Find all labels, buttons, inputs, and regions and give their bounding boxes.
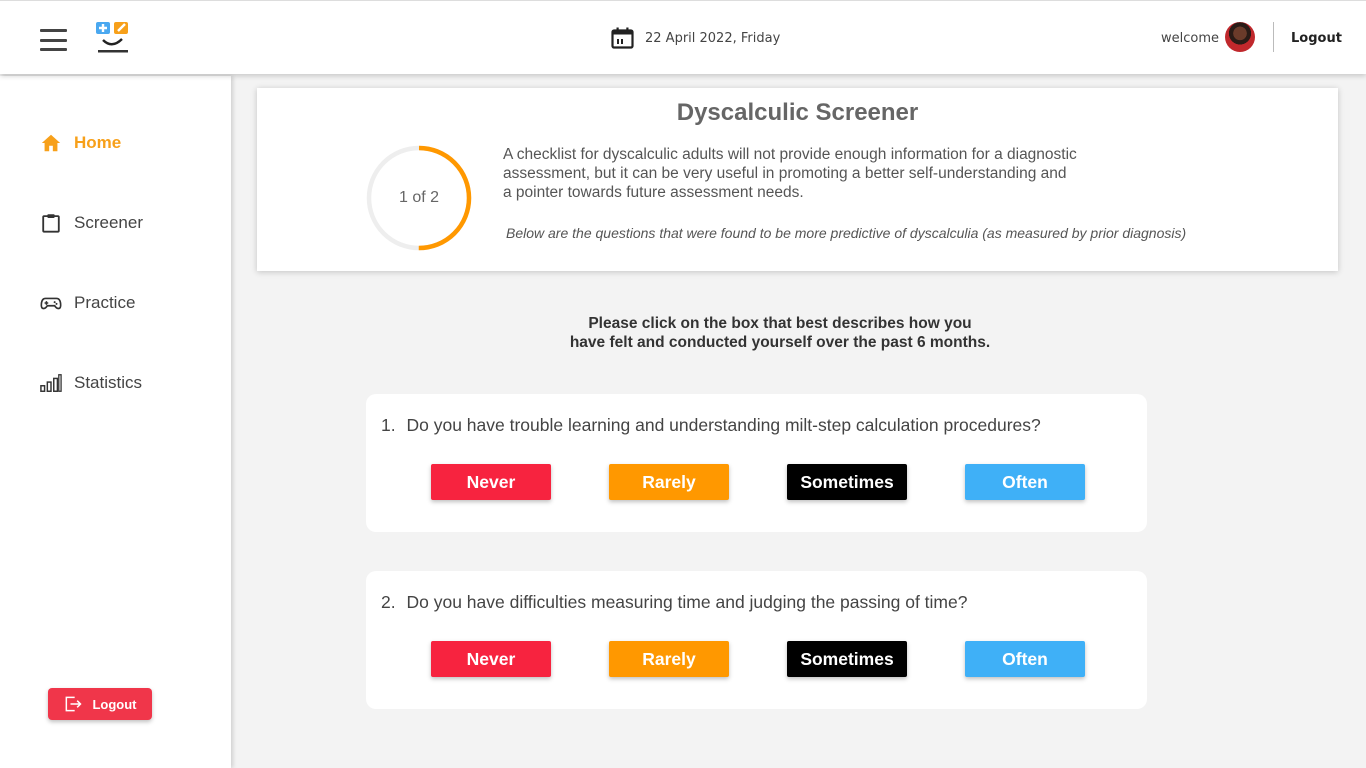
sidebar-item-label: Home	[74, 133, 122, 152]
question-number: 2.	[381, 592, 396, 612]
header-divider	[1273, 22, 1274, 52]
question-number: 1.	[381, 415, 396, 435]
question-card-2: 2. Do you have difficulties measuring ti…	[366, 571, 1147, 709]
question-text: 1. Do you have trouble learning and unde…	[381, 415, 1041, 436]
page-title: Dyscalculic Screener	[676, 99, 919, 126]
sometimes-button[interactable]: Sometimes	[787, 641, 907, 677]
screener-note: Below are the questions that were found …	[506, 225, 1187, 241]
sidebar-item-label: Screener	[74, 213, 143, 232]
home-icon	[41, 134, 61, 152]
clipboard-icon	[42, 214, 60, 233]
app-logo	[95, 20, 131, 56]
instructions-line: have felt and conducted yourself over th…	[569, 334, 991, 351]
sidebar-item-label: Statistics	[74, 373, 143, 392]
welcome-text: welcome	[1161, 31, 1220, 46]
description-line: assessment, but it can be very useful in…	[503, 165, 1067, 182]
question-label: Do you have difficulties measuring time …	[406, 592, 968, 612]
calendar-icon	[611, 27, 634, 49]
gamepad-icon	[40, 297, 62, 310]
sidebar-logout-label: Logout	[92, 696, 137, 712]
sidebar: Home Screener Practice Statistics Logout	[0, 76, 231, 768]
logout-icon	[66, 696, 83, 712]
never-button[interactable]: Never	[431, 464, 551, 500]
sidebar-item-statistics[interactable]: Statistics	[40, 372, 142, 394]
sidebar-item-label: Practice	[74, 293, 136, 312]
top-bar: 22 April 2022, Friday welcome Logout	[0, 0, 1366, 74]
progress-label: 1 of 2	[398, 189, 440, 206]
question-label: Do you have trouble learning and underst…	[406, 415, 1041, 435]
sidebar-item-screener[interactable]: Screener	[40, 212, 143, 234]
header-logout-button[interactable]: Logout	[1291, 31, 1342, 46]
screener-description: A checklist for dyscalculic adults will …	[503, 145, 1103, 202]
avatar[interactable]	[1225, 22, 1255, 52]
often-button[interactable]: Often	[965, 641, 1085, 677]
never-button[interactable]: Never	[431, 641, 551, 677]
question-text: 2. Do you have difficulties measuring ti…	[381, 592, 967, 613]
screener-card: Dyscalculic Screener 1 of 2 A checklist …	[257, 88, 1338, 271]
description-line: A checklist for dyscalculic adults will …	[503, 146, 1077, 163]
rarely-button[interactable]: Rarely	[609, 641, 729, 677]
current-date: 22 April 2022, Friday	[645, 30, 781, 46]
sidebar-logout-button[interactable]: Logout	[48, 688, 152, 720]
question-card-1: 1. Do you have trouble learning and unde…	[366, 394, 1147, 532]
instructions: Please click on the box that best descri…	[430, 314, 1130, 352]
rarely-button[interactable]: Rarely	[609, 464, 729, 500]
sidebar-item-home[interactable]: Home	[40, 132, 121, 154]
menu-icon[interactable]	[40, 29, 67, 51]
sometimes-button[interactable]: Sometimes	[787, 464, 907, 500]
sidebar-item-practice[interactable]: Practice	[40, 292, 135, 314]
date-display: 22 April 2022, Friday	[611, 27, 780, 49]
description-line: a pointer towards future assessment need…	[503, 184, 804, 201]
instructions-line: Please click on the box that best descri…	[588, 315, 972, 332]
bar-chart-icon	[40, 374, 62, 392]
often-button[interactable]: Often	[965, 464, 1085, 500]
